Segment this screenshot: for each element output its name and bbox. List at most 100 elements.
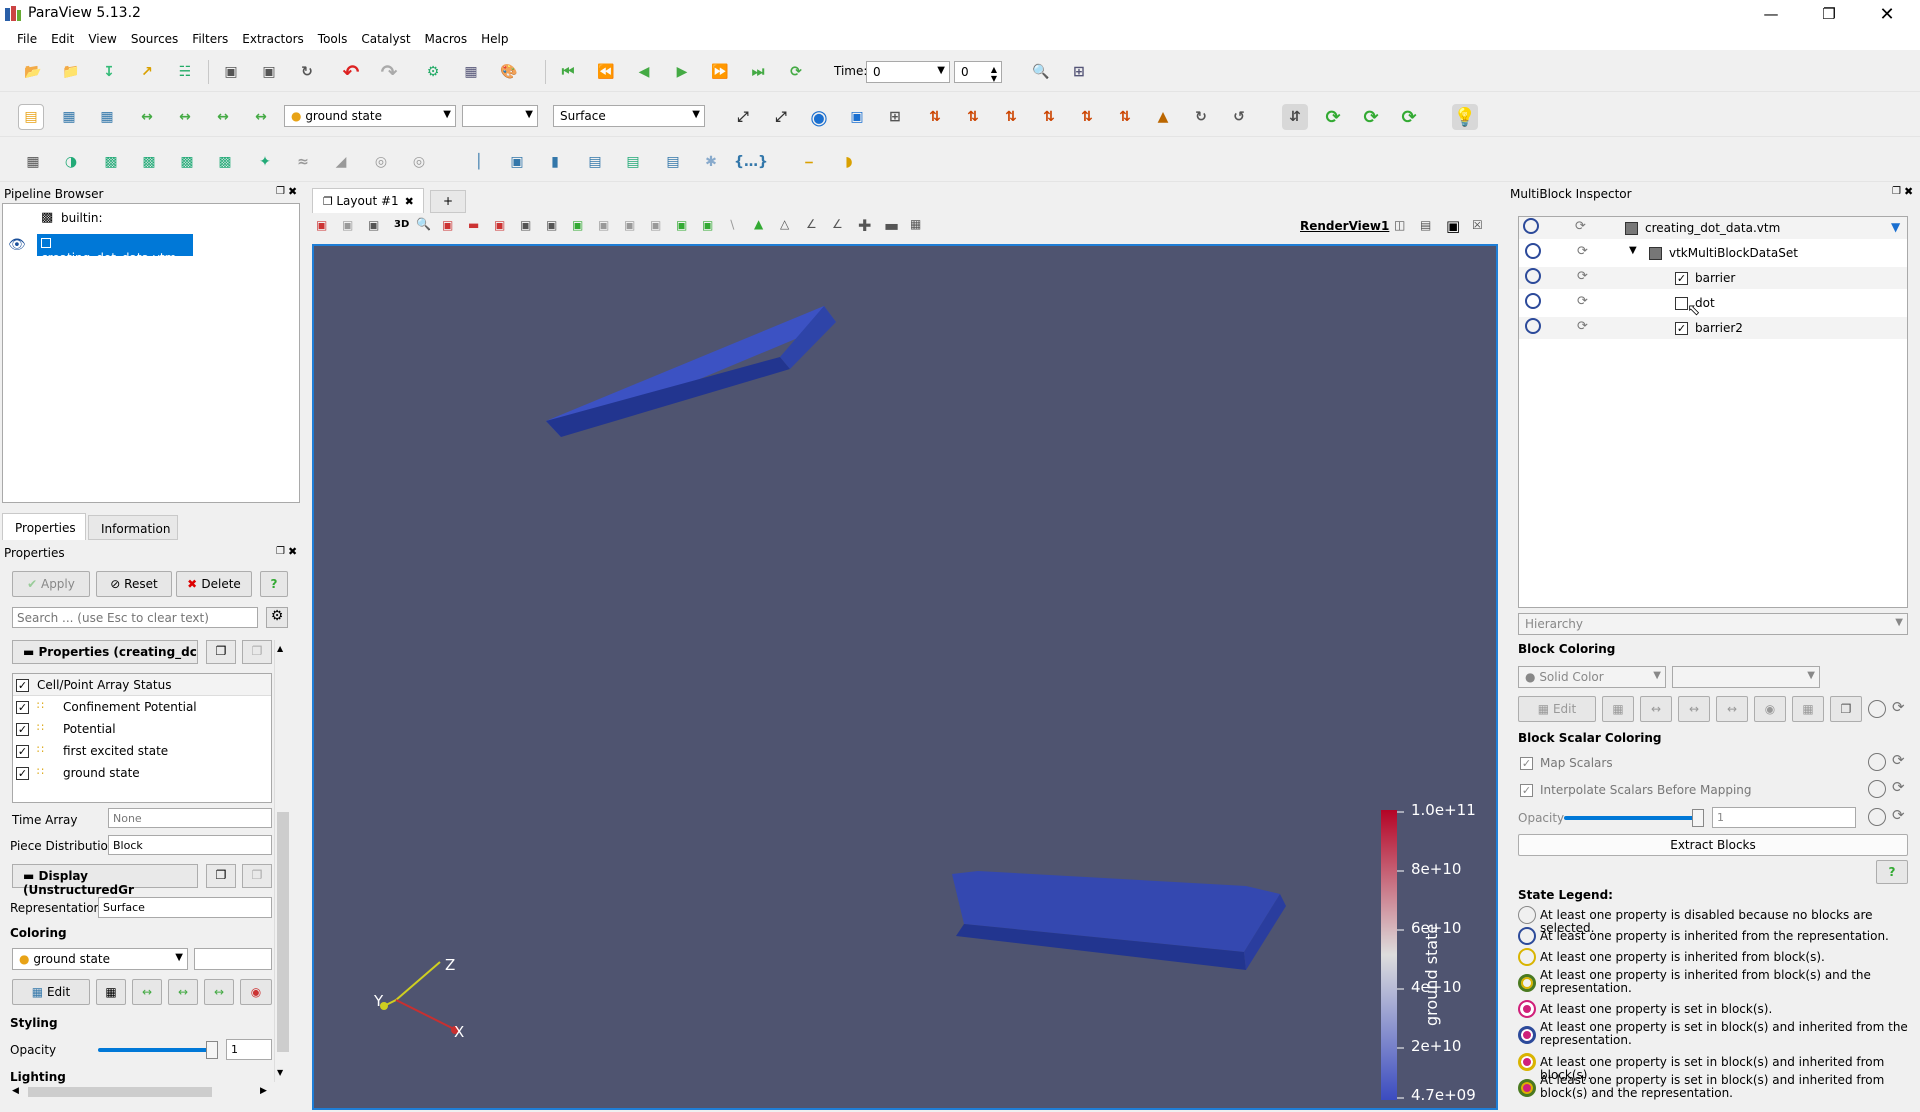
panel-float-icon[interactable]: ❐ (276, 546, 285, 557)
previous-frame-icon[interactable]: ⏪ (593, 59, 619, 85)
menu-sources[interactable]: Sources (124, 28, 185, 50)
view-plus-y-icon[interactable]: ⇅ (998, 104, 1024, 130)
hover-cells-icon[interactable]: ▣ (624, 218, 635, 232)
menu-filters[interactable]: Filters (185, 28, 235, 50)
annotation-button[interactable]: ◉ (240, 979, 272, 1005)
zoom-to-box-icon[interactable]: ⊞ (882, 104, 908, 130)
probe-view-icon[interactable]: ∠ (832, 217, 843, 231)
toggle-colorbar-icon[interactable]: ▤ (18, 104, 44, 130)
zoom-closest-icon[interactable]: ▣ (844, 104, 870, 130)
scrollbar-thumb[interactable] (277, 812, 289, 1052)
block-copy-button[interactable]: ❐ (1830, 696, 1862, 722)
block-component-combo[interactable]: ▼ (1672, 666, 1820, 688)
menu-edit[interactable]: Edit (44, 28, 81, 50)
zoom-in-icon[interactable]: ✚ (858, 216, 871, 235)
next-frame-icon[interactable]: ⏩ (707, 59, 733, 85)
zoom-data-icon[interactable]: 🔍 (1028, 59, 1054, 85)
checkbox-icon[interactable]: ✓ (16, 723, 29, 736)
display-section-header[interactable]: ▬ Display (UnstructuredGr (12, 864, 198, 897)
panel-close-icon[interactable]: ✖ (288, 545, 297, 558)
plot-data-icon[interactable]: ▤ (582, 149, 608, 175)
reload-icon[interactable]: ⟳ (1396, 104, 1422, 130)
sync-icon[interactable]: ⟳ (1577, 319, 1588, 334)
tree-item-barrier[interactable]: ⟳ ✓ barrier (1519, 267, 1907, 289)
hover-points-icon[interactable]: ▣ (598, 218, 609, 232)
advanced-gear-icon[interactable]: ⚙ (266, 607, 288, 628)
view-3d-toggle[interactable]: 3D (394, 219, 409, 230)
block-edit-button[interactable]: ▦ Edit (1518, 696, 1596, 722)
properties-horizontal-scrollbar[interactable]: ◀ ▶ (10, 1084, 272, 1100)
rotate-ccw-icon[interactable]: ↺ (1226, 104, 1252, 130)
properties-search-input[interactable] (12, 607, 258, 628)
state-ring-icon[interactable] (1868, 780, 1886, 798)
coloring-array-combo[interactable]: ● ground state ▼ (12, 948, 188, 970)
particle-icon[interactable]: ✱ (698, 149, 724, 175)
save-data-icon[interactable]: ↧ (96, 59, 122, 85)
checkbox-icon[interactable]: ✓ (16, 701, 29, 714)
list-item[interactable]: ✓ ∷ Potential (13, 718, 271, 740)
menu-help[interactable]: Help (474, 28, 515, 50)
menu-view[interactable]: View (81, 28, 123, 50)
panel-float-icon[interactable]: ❐ (1892, 186, 1901, 197)
scroll-right-icon[interactable]: ▶ (260, 1086, 267, 1096)
time-index-spinbox[interactable]: 0 ▲ ▼ (954, 61, 1002, 83)
coloring-component-combo[interactable] (194, 948, 272, 970)
play-icon[interactable]: ▶ (669, 59, 695, 85)
rescale-custom-icon[interactable]: ↔ (172, 104, 198, 130)
checkbox-icon[interactable]: ✓ (16, 767, 29, 780)
block-opacity-input[interactable]: 1 (1712, 807, 1856, 828)
zoom-box-icon[interactable]: ⊞ (1066, 59, 1092, 85)
checkbox-icon[interactable]: ✓ (1675, 272, 1688, 285)
menu-extractors[interactable]: Extractors (235, 28, 311, 50)
extract-blocks-button[interactable]: Extract Blocks (1518, 834, 1908, 856)
block-rescale-custom-button[interactable]: ↔ (1678, 696, 1710, 722)
angle-icon[interactable]: ∠ (806, 217, 817, 231)
zoom-to-data-icon[interactable]: ◉ (806, 104, 832, 130)
checkbox-icon[interactable]: ✓ (1675, 322, 1688, 335)
close-view-icon[interactable]: ☒ (1472, 218, 1483, 232)
maximize-icon[interactable]: ▣ (1446, 217, 1460, 235)
rescale-button[interactable]: ↔ (132, 979, 162, 1005)
render-view[interactable]: Z Y X 1.0e+11 8e+10 6e+10 4e+10 2e+10 4.… (312, 244, 1498, 1110)
scroll-left-icon[interactable]: ◀ (12, 1086, 19, 1096)
time-array-combo[interactable]: None (108, 808, 272, 828)
reset-button[interactable]: ⊘ Reset (96, 571, 172, 597)
panel-close-icon[interactable]: ✖ (1904, 185, 1913, 198)
list-item[interactable]: ✓ ∷ first excited state (13, 740, 271, 762)
representation-select[interactable]: Surface (98, 897, 272, 918)
component-combo[interactable]: ▼ (462, 105, 538, 127)
ruler-view-icon[interactable]: △ (780, 217, 789, 231)
paste-icon[interactable]: ❐ (242, 640, 272, 664)
sync-icon[interactable]: ⟳ (1577, 244, 1588, 259)
last-frame-icon[interactable]: ⏭ (745, 59, 771, 85)
panel-float-icon[interactable]: ❐ (276, 186, 285, 197)
block-opacity-slider-track[interactable] (1564, 816, 1704, 820)
list-item[interactable]: ✓ ∷ Confinement Potential (13, 696, 271, 718)
group-icon[interactable]: ◎ (368, 149, 394, 175)
view-minus-x-icon[interactable]: ⇅ (960, 104, 986, 130)
integrate-icon[interactable]: ▤ (660, 149, 686, 175)
restore-button[interactable]: ❐ (1800, 0, 1858, 28)
add-layout-button[interactable]: + (430, 190, 466, 213)
undo-icon[interactable]: ↶ (338, 59, 364, 85)
rescale-time-button[interactable]: ↔ (204, 979, 234, 1005)
state-ring-icon[interactable] (1868, 808, 1886, 826)
select-points-icon[interactable]: ▬ (468, 218, 479, 232)
tree-item-root[interactable]: ⟳ creating_dot_data.vtm ▼ (1519, 217, 1907, 239)
extract-level-icon[interactable]: ◎ (406, 149, 432, 175)
eye-icon[interactable]: 👁 (8, 237, 26, 253)
pick-center-icon[interactable]: ▲ (754, 217, 763, 231)
opacity-input[interactable]: 1 (226, 1039, 272, 1060)
threshold-icon[interactable]: ▩ (174, 149, 200, 175)
shrink-selection-icon[interactable]: ▣ (676, 218, 687, 232)
selected-dataset-label[interactable]: creating_dot_data.vtm (37, 234, 193, 265)
open-icon[interactable]: 📂 (20, 59, 46, 85)
edit-colormap-button[interactable]: ▦ Edit (12, 979, 90, 1005)
zoom-out-icon[interactable]: ▬ (884, 216, 899, 235)
play-backward-icon[interactable]: ◀ (631, 59, 657, 85)
reset-property-icon[interactable]: ⟳ (1892, 751, 1905, 769)
light-icon[interactable]: 💡 (1452, 104, 1478, 130)
first-frame-icon[interactable]: ⏮ (555, 59, 581, 85)
animation-icon[interactable]: ▣ (256, 59, 282, 85)
trash-icon[interactable]: ▦ (910, 217, 921, 231)
